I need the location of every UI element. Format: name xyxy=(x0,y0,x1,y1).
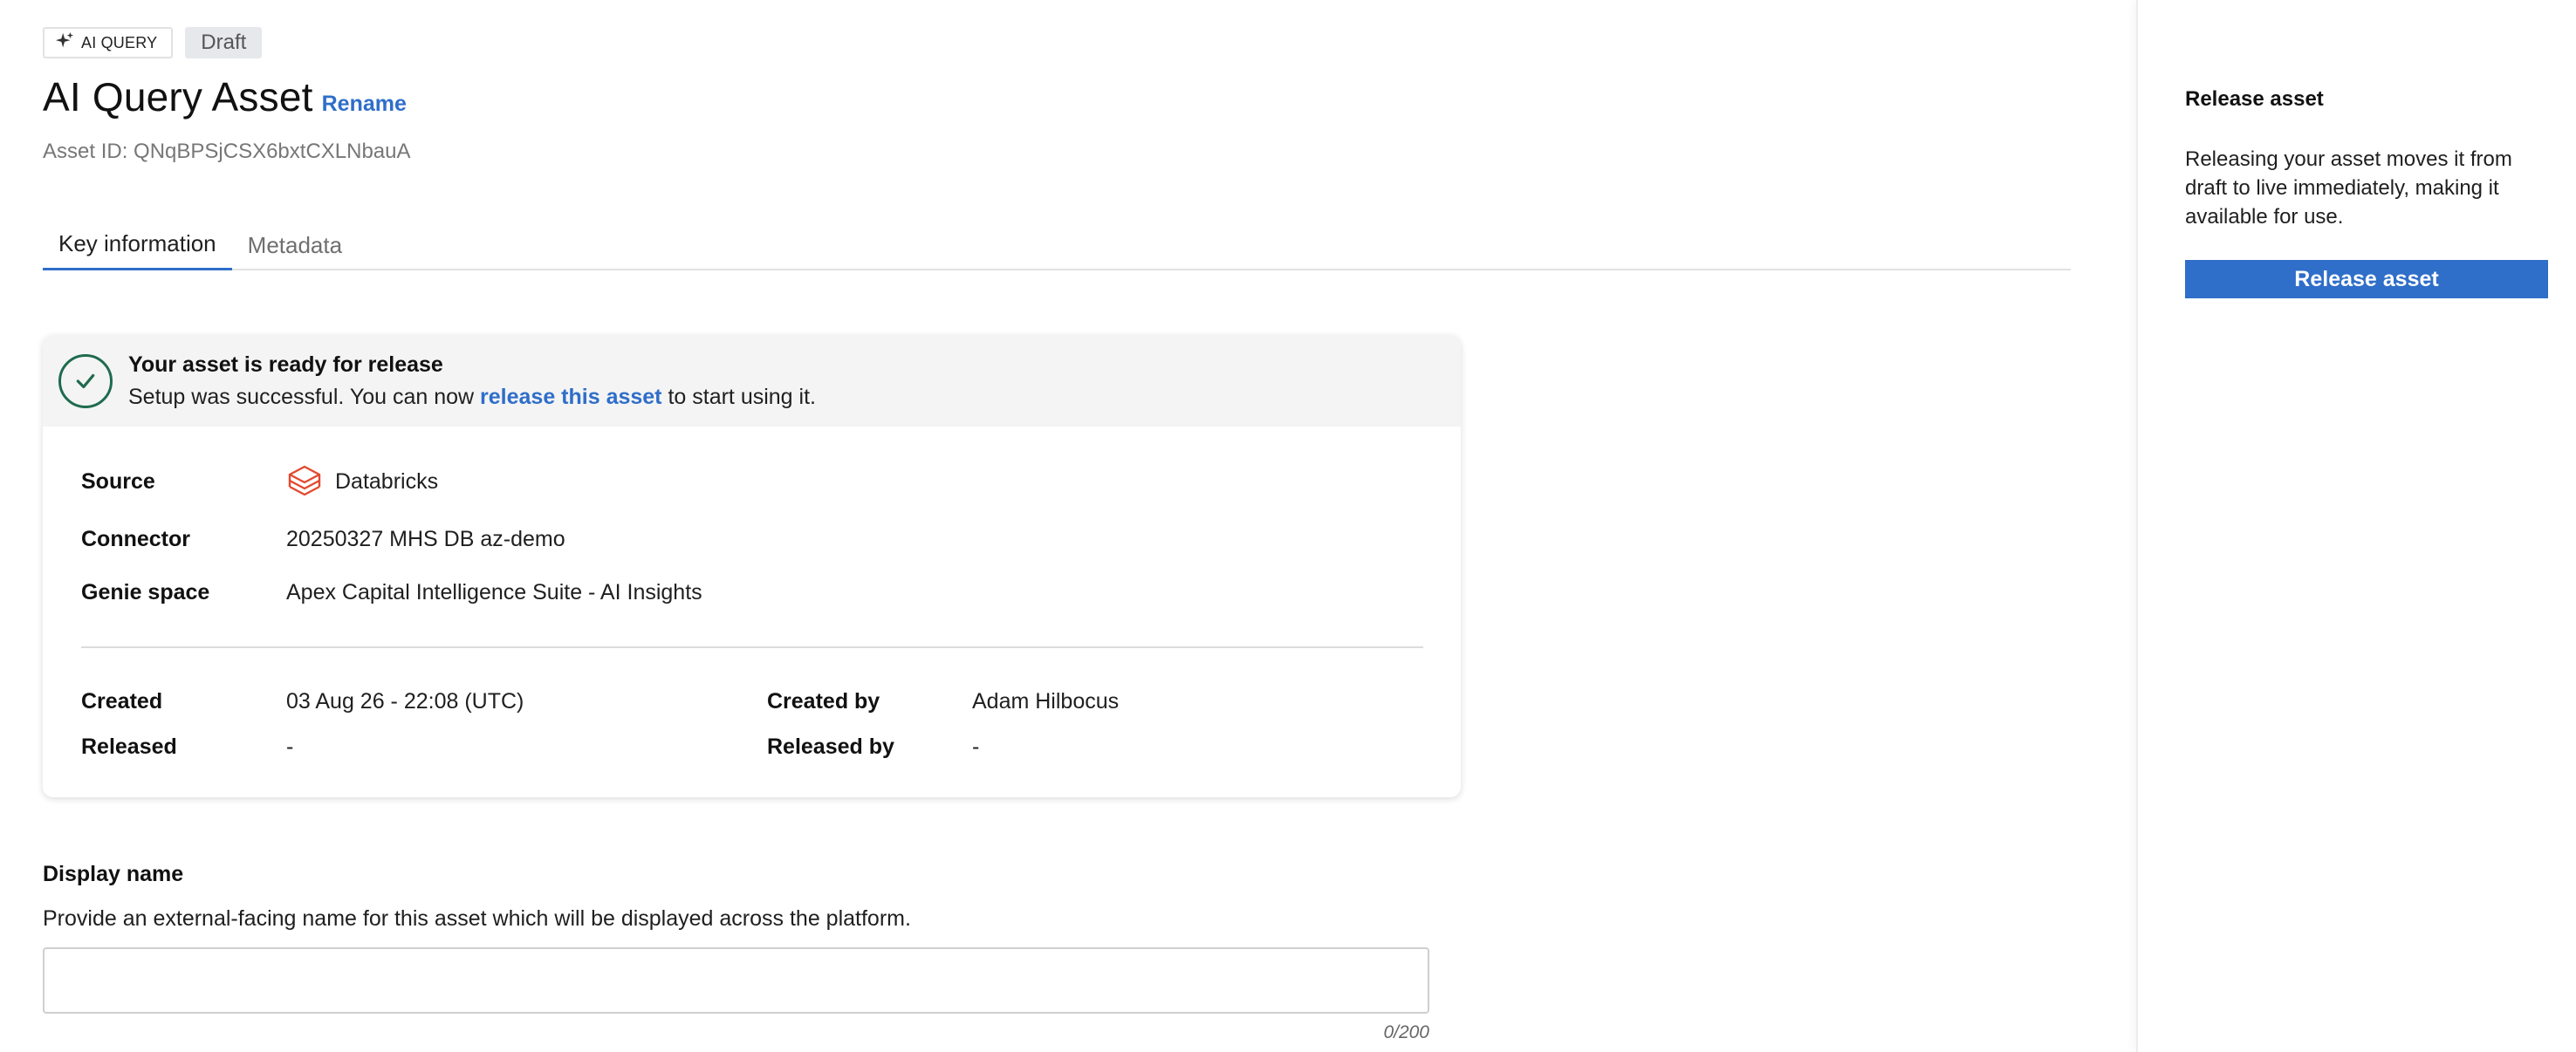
genie-space-row: Genie space Apex Capital Intelligence Su… xyxy=(81,575,702,610)
connector-value: 20250327 MHS DB az-demo xyxy=(286,526,565,551)
source-name: Databricks xyxy=(335,468,439,494)
created-row: Created 03 Aug 26 - 22:08 (UTC) xyxy=(81,684,524,719)
released-label: Released xyxy=(81,734,177,759)
display-name-title: Display name xyxy=(43,862,184,886)
banner-text: Your asset is ready for release Setup wa… xyxy=(128,352,816,410)
sidebar-title: Release asset xyxy=(2185,87,2324,111)
sparkle-icon xyxy=(55,31,74,55)
card-divider xyxy=(81,646,1423,648)
asset-id: Asset ID: QNqBPSjCSX6bxtCXLNbauA xyxy=(43,140,411,163)
databricks-icon xyxy=(286,463,323,500)
type-badge-label: AI QUERY xyxy=(81,33,158,51)
badge-row: AI QUERY Draft xyxy=(43,27,263,58)
connector-label: Connector xyxy=(81,526,190,551)
banner-title: Your asset is ready for release xyxy=(128,352,443,377)
release-sidebar: Release asset Releasing your asset moves… xyxy=(2136,0,2576,1052)
created-label: Created xyxy=(81,688,163,714)
banner-desc-prefix: Setup was successful. You can now xyxy=(128,384,481,409)
created-by-value: Adam Hilbocus xyxy=(972,688,1120,714)
source-label: Source xyxy=(81,468,155,494)
release-asset-button[interactable]: Release asset xyxy=(2185,260,2548,298)
created-by-label: Created by xyxy=(767,688,880,714)
connector-row: Connector 20250327 MHS DB az-demo xyxy=(81,522,565,557)
page-title: AI Query Asset xyxy=(43,74,313,120)
ready-banner: Your asset is ready for release Setup wa… xyxy=(43,335,1461,427)
display-name-input[interactable] xyxy=(43,947,1429,1014)
title-row: AI Query Asset Rename xyxy=(43,73,407,120)
banner-description: Setup was successful. You can now releas… xyxy=(128,385,816,410)
source-row: Source Databricks xyxy=(81,464,438,499)
character-counter: 0/200 xyxy=(1383,1022,1429,1042)
created-by-row: Created by Adam Hilbocus xyxy=(767,684,1119,719)
created-value: 03 Aug 26 - 22:08 (UTC) xyxy=(286,688,524,714)
released-row: Released - xyxy=(81,729,293,764)
genie-space-label: Genie space xyxy=(81,579,210,605)
release-this-asset-link[interactable]: release this asset xyxy=(480,385,661,409)
main-content: AI QUERY Draft AI Query Asset Rename Ass… xyxy=(0,0,2136,1052)
check-icon xyxy=(58,353,113,408)
released-value: - xyxy=(286,734,294,759)
asset-summary-card: Your asset is ready for release Setup wa… xyxy=(43,335,1461,797)
tab-bar: Key information Metadata xyxy=(43,220,2071,270)
display-name-description: Provide an external-facing name for this… xyxy=(43,906,911,931)
status-badge: Draft xyxy=(185,27,263,58)
released-by-label: Released by xyxy=(767,734,894,759)
rename-link[interactable]: Rename xyxy=(322,92,407,117)
tab-metadata[interactable]: Metadata xyxy=(232,220,358,270)
released-by-row: Released by - xyxy=(767,729,979,764)
released-by-value: - xyxy=(972,734,980,759)
source-value: Databricks xyxy=(286,463,438,500)
sidebar-description: Releasing your asset moves it from draft… xyxy=(2185,147,2512,229)
banner-desc-suffix: to start using it. xyxy=(661,384,816,409)
tab-key-information[interactable]: Key information xyxy=(43,220,232,270)
type-badge: AI QUERY xyxy=(43,27,174,58)
genie-space-value: Apex Capital Intelligence Suite - AI Ins… xyxy=(286,579,702,605)
